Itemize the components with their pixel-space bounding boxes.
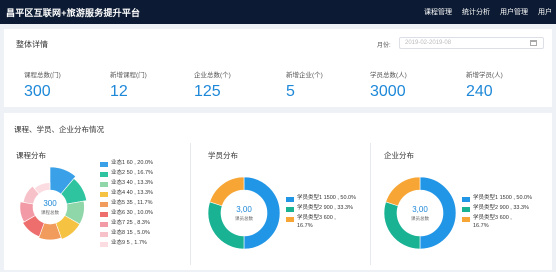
legend-swatch	[100, 221, 108, 227]
legend-swatch	[100, 161, 108, 167]
distribution-card: 课程、学员、企业分布情况 课程分布 300 课程总数 业态1 60 , 20.0%…	[4, 113, 552, 270]
stat-enterprise-total: 企业总数(个) 125	[194, 69, 231, 101]
center-total-label: 课程总数	[41, 209, 59, 216]
course-legend: 业态1 60 , 20.0% 业态2 50 , 16.7% 业态3 40 , 1…	[100, 160, 153, 251]
distribution-title: 课程、学员、企业分布情况	[14, 125, 104, 134]
legend-swatch	[100, 171, 108, 177]
legend-item[interactable]: 学员类型3 600 , 16.7%	[286, 215, 356, 229]
slice-学员类型3[interactable]	[209, 176, 245, 207]
stat-new-course: 新增课程(门) 12	[110, 69, 147, 101]
panel-divider	[190, 143, 191, 265]
stat-value: 12	[110, 83, 128, 100]
legend-swatch	[100, 211, 108, 217]
legend-swatch	[100, 201, 108, 207]
student-distribution-title: 学员分布	[208, 151, 238, 160]
nav-user[interactable]: 用户	[538, 7, 552, 17]
center-total-label: 课员总数	[235, 215, 253, 222]
month-range-input[interactable]: 2019-02-2019-08	[399, 37, 544, 49]
stat-course-total: 课程总数(门) 300	[24, 69, 61, 101]
top-nav: 课程管理 统计分析 用户管理 用户	[424, 7, 552, 17]
center-total-value: 300	[43, 199, 57, 208]
stat-label: 企业总数(个)	[194, 72, 231, 79]
overview-card: 整体详情 月份: 2019-02-2019-08 课程总数(门) 300 新增课…	[4, 29, 552, 107]
legend-swatch	[100, 241, 108, 247]
panel-divider	[370, 143, 371, 265]
legend-swatch	[462, 196, 470, 202]
month-label: 月份:	[377, 43, 391, 49]
app-title: 昌平区互联网+旅游服务提升平台	[6, 8, 141, 18]
enterprise-distribution-title: 企业分布	[384, 151, 414, 160]
legend-item[interactable]: 业态9 5 , 1.7%	[100, 240, 153, 251]
stat-value: 3000	[370, 83, 406, 100]
stat-value: 5	[286, 83, 295, 100]
stat-value: 125	[194, 83, 221, 100]
overview-title: 整体详情	[16, 40, 48, 49]
slice-学员类型3[interactable]	[385, 176, 421, 207]
center-total-label: 课员总数	[411, 215, 429, 222]
stat-label: 课程总数(门)	[24, 72, 61, 79]
top-bar: 昌平区互联网+旅游服务提升平台 课程管理 统计分析 用户管理 用户	[0, 0, 556, 24]
center-total-value: 3,00	[412, 205, 428, 214]
stat-label: 学员总数(人)	[370, 72, 407, 79]
course-distribution-title: 课程分布	[16, 151, 46, 160]
nav-course-management[interactable]: 课程管理	[424, 7, 452, 17]
legend-swatch	[100, 231, 108, 237]
legend-swatch	[286, 216, 294, 222]
enterprise-legend: 学员类型1 1500 , 50.0% 学员类型2 900 , 33.3% 学员类…	[462, 195, 532, 229]
student-donut-chart[interactable]: 3,00课员总数	[204, 173, 284, 253]
stat-new-enterprise: 新增企业(个) 5	[286, 69, 323, 101]
stat-label: 新增企业(个)	[286, 72, 323, 79]
legend-item[interactable]: 学员类型3 600 , 16.7%	[462, 215, 532, 229]
center-total-value: 3,00	[236, 205, 252, 214]
stat-label: 新增课程(门)	[110, 72, 147, 79]
legend-swatch	[462, 206, 470, 212]
nav-user-management[interactable]: 用户管理	[500, 7, 528, 17]
enterprise-donut-chart[interactable]: 3,00课员总数	[380, 173, 460, 253]
stat-student-total: 学员总数(人) 3000	[370, 69, 407, 101]
stat-label: 新增学员(人)	[466, 72, 503, 79]
legend-swatch	[462, 216, 470, 222]
stat-new-student: 新增学员(人) 240	[466, 69, 503, 101]
course-rose-chart[interactable]: 300课程总数	[8, 165, 92, 249]
student-legend: 学员类型1 1500 , 50.0% 学员类型2 900 , 33.3% 学员类…	[286, 195, 356, 229]
legend-swatch	[100, 181, 108, 187]
nav-statistics[interactable]: 统计分析	[462, 7, 490, 17]
legend-swatch	[100, 191, 108, 197]
legend-swatch	[286, 196, 294, 202]
stat-value: 300	[24, 83, 51, 100]
stat-value: 240	[466, 83, 493, 100]
legend-swatch	[286, 206, 294, 212]
month-range-value: 2019-02-2019-08	[405, 40, 452, 46]
calendar-icon[interactable]	[530, 40, 537, 46]
